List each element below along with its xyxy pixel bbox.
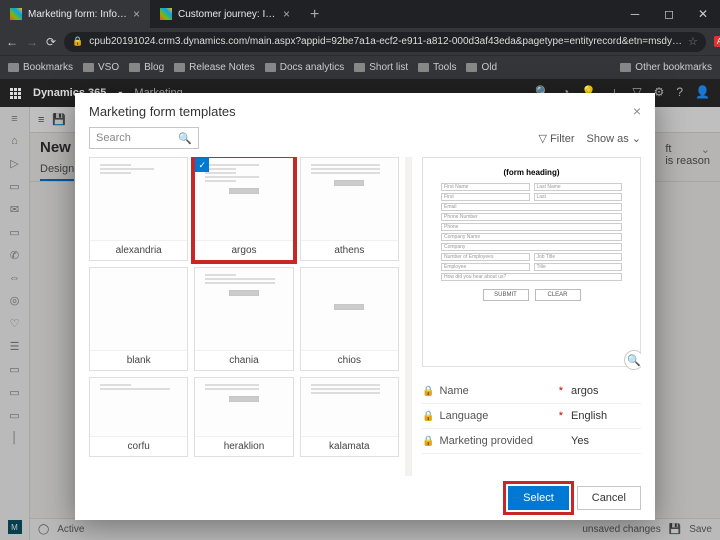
url-text: cpub20191024.crm3.dynamics.com/main.aspx… bbox=[89, 36, 682, 47]
bookmarks-bar: Bookmarks VSO Blog Release Notes Docs an… bbox=[0, 55, 720, 79]
bookmark-item[interactable]: Old bbox=[466, 62, 497, 73]
prop-value: English bbox=[571, 410, 641, 422]
template-gallery: alexandria ✓ argos athens blank ch bbox=[89, 157, 405, 476]
showas-button[interactable]: Show as ⌄ bbox=[587, 132, 641, 145]
check-icon: ✓ bbox=[195, 158, 209, 172]
lock-icon: 🔒 bbox=[422, 411, 434, 422]
close-icon[interactable]: × bbox=[133, 7, 140, 21]
template-card[interactable]: kalamata bbox=[300, 377, 399, 457]
zoom-icon[interactable]: 🔍 bbox=[624, 350, 641, 370]
reload-button[interactable]: ⟳ bbox=[46, 35, 56, 49]
dialog-close-button[interactable]: × bbox=[633, 103, 641, 119]
star-icon[interactable]: ☆ bbox=[688, 35, 698, 48]
lock-icon: 🔒 bbox=[72, 36, 83, 47]
user-avatar[interactable]: 👤 bbox=[695, 85, 710, 102]
bookmark-item[interactable]: Bookmarks bbox=[8, 62, 73, 73]
close-window-button[interactable]: ✕ bbox=[686, 0, 720, 28]
search-placeholder: Search bbox=[96, 132, 131, 144]
template-card[interactable]: heraklion bbox=[194, 377, 293, 457]
minimize-button[interactable]: ─ bbox=[618, 0, 652, 28]
new-tab-button[interactable]: + bbox=[300, 0, 329, 28]
prop-label: Marketing provided bbox=[439, 435, 563, 447]
browser-tabstrip: Marketing form: Information: Ne × Custom… bbox=[0, 0, 720, 28]
template-picker-dialog: Marketing form templates × Search 🔍 ▽ Fi… bbox=[75, 93, 655, 520]
bookmark-item[interactable]: Blog bbox=[129, 62, 164, 73]
window-controls: ─ ◻ ✕ bbox=[618, 0, 720, 28]
search-icon[interactable]: 🔍 bbox=[178, 132, 192, 145]
lock-icon: 🔒 bbox=[422, 386, 434, 397]
other-bookmarks[interactable]: Other bookmarks bbox=[620, 62, 712, 73]
bookmark-item[interactable]: Release Notes bbox=[174, 62, 255, 73]
help-icon[interactable]: ? bbox=[676, 85, 683, 102]
back-button[interactable]: ← bbox=[6, 35, 18, 49]
template-properties: 🔒 Name * argos 🔒 Language * English 🔒 Ma… bbox=[422, 379, 641, 454]
prop-label: Name bbox=[439, 385, 558, 397]
browser-tab-0[interactable]: Marketing form: Information: Ne × bbox=[0, 0, 150, 28]
preview-pane: (form heading) First NameLast Name First… bbox=[411, 157, 641, 476]
template-card[interactable]: blank bbox=[89, 267, 188, 371]
bookmark-item[interactable]: Docs analytics bbox=[265, 62, 344, 73]
prop-label: Language bbox=[439, 410, 558, 422]
dialog-title: Marketing form templates bbox=[89, 104, 236, 119]
close-icon[interactable]: × bbox=[283, 7, 290, 21]
maximize-button[interactable]: ◻ bbox=[652, 0, 686, 28]
tab-favicon bbox=[160, 8, 172, 20]
app-launcher-icon[interactable] bbox=[10, 88, 21, 99]
preview-clear: CLEAR bbox=[535, 289, 581, 301]
adblock-icon[interactable]: ABP bbox=[714, 36, 720, 47]
browser-tab-1[interactable]: Customer journey: Information: × bbox=[150, 0, 300, 28]
gear-icon[interactable]: ⚙ bbox=[654, 85, 665, 102]
bookmark-item[interactable]: VSO bbox=[83, 62, 119, 73]
template-card-selected[interactable]: ✓ argos bbox=[194, 157, 293, 261]
forward-button[interactable]: → bbox=[26, 35, 38, 49]
template-card[interactable]: athens bbox=[300, 157, 399, 261]
lock-icon: 🔒 bbox=[422, 436, 434, 447]
template-card[interactable]: corfu bbox=[89, 377, 188, 457]
cancel-button[interactable]: Cancel bbox=[577, 486, 641, 510]
template-preview: (form heading) First NameLast Name First… bbox=[422, 157, 641, 367]
tab-title: Customer journey: Information: bbox=[178, 9, 277, 20]
select-button[interactable]: Select bbox=[508, 486, 569, 510]
template-card[interactable]: alexandria bbox=[89, 157, 188, 261]
bookmark-item[interactable]: Tools bbox=[418, 62, 456, 73]
prop-value: Yes bbox=[571, 435, 641, 447]
url-field[interactable]: 🔒 cpub20191024.crm3.dynamics.com/main.as… bbox=[64, 32, 706, 52]
search-input[interactable]: Search 🔍 bbox=[89, 127, 199, 149]
tab-favicon bbox=[10, 8, 22, 20]
prop-value: argos bbox=[571, 385, 641, 397]
filter-button[interactable]: ▽ Filter bbox=[539, 132, 575, 145]
template-card[interactable]: chania bbox=[194, 267, 293, 371]
bookmark-item[interactable]: Short list bbox=[354, 62, 408, 73]
address-bar: ← → ⟳ 🔒 cpub20191024.crm3.dynamics.com/m… bbox=[0, 28, 720, 55]
template-card[interactable]: chios bbox=[300, 267, 399, 371]
tab-title: Marketing form: Information: Ne bbox=[28, 9, 127, 20]
preview-submit: SUBMIT bbox=[483, 289, 529, 301]
